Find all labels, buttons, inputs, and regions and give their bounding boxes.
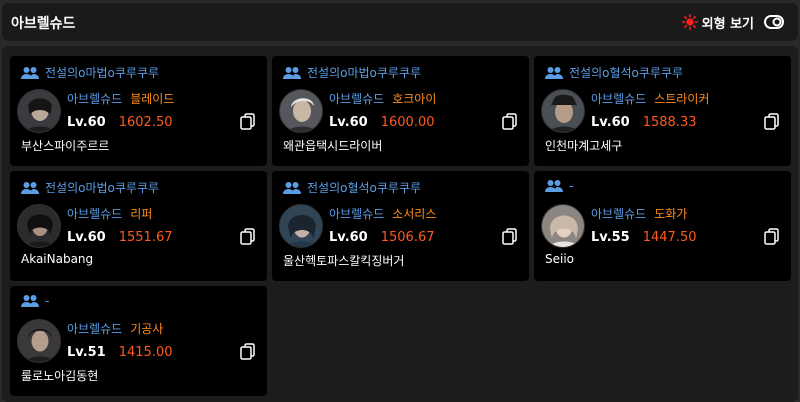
- copy-icon[interactable]: [240, 228, 256, 245]
- server-name: 아브렐슈드: [591, 207, 647, 221]
- appearance-toggle[interactable]: 외형 보기: [681, 12, 784, 32]
- toggle-icon[interactable]: [764, 15, 784, 29]
- class-name: 도화가: [654, 207, 688, 221]
- character-card[interactable]: 전설의o혈석o쿠루쿠루 아브렐슈드 소서리스 Lv.60 1506.67 울산헥…: [272, 171, 529, 281]
- server-class-row: 아브렐슈드 도화가: [591, 205, 687, 222]
- avatar: [17, 319, 61, 363]
- appearance-label: 외형 보기: [701, 16, 754, 32]
- item-level: 1600.00: [380, 115, 435, 130]
- character-name: 왜관읍택시드라이버: [283, 139, 383, 153]
- avatar: [279, 89, 323, 133]
- class-name: 스트라이커: [654, 92, 710, 106]
- guild-row: 전설의o마법o쿠루쿠루: [21, 64, 159, 81]
- guild-name: 전설의o마법o쿠루쿠루: [45, 181, 160, 195]
- character-card[interactable]: - 아브렐슈드 도화가 Lv.55 1447.50 Seiio: [534, 171, 791, 281]
- item-level: 1588.33: [642, 115, 697, 130]
- character-grid: 전설의o마법o쿠루쿠루 아브렐슈드 블레이드 Lv.60 1602.50 부산스…: [10, 56, 791, 396]
- server-class-row: 아브렐슈드 호크아이: [329, 90, 436, 107]
- character-level: Lv.51: [67, 345, 106, 360]
- avatar: [541, 204, 585, 248]
- stats-row: Lv.60 1600.00: [329, 115, 435, 130]
- avatar: [17, 204, 61, 248]
- server-name: 아브렐슈드: [329, 207, 385, 221]
- character-level: Lv.55: [591, 230, 630, 245]
- copy-icon[interactable]: [764, 113, 780, 130]
- server-name: 아브렐슈드: [67, 92, 123, 106]
- copy-icon[interactable]: [764, 228, 780, 245]
- server-name: 아브렐슈드: [67, 322, 123, 336]
- item-level: 1602.50: [118, 115, 173, 130]
- guild-row: 전설의o혈석o쿠루쿠루: [545, 64, 683, 81]
- character-level: Lv.60: [67, 115, 106, 130]
- guild-name: 전설의o혈석o쿠루쿠루: [307, 181, 422, 195]
- guild-name: -: [45, 294, 50, 308]
- class-name: 리퍼: [130, 207, 153, 221]
- guild-name: 전설의o마법o쿠루쿠루: [307, 66, 422, 80]
- avatar: [541, 89, 585, 133]
- guild-row: 전설의o혈석o쿠루쿠루: [283, 179, 421, 196]
- server-class-row: 아브렐슈드 기공사: [67, 320, 163, 337]
- guild-name: 전설의o혈석o쿠루쿠루: [569, 66, 684, 80]
- guild-name: -: [569, 179, 574, 193]
- users-icon: [21, 66, 39, 79]
- users-icon: [283, 66, 301, 79]
- guild-name: 전설의o마법o쿠루쿠루: [45, 66, 160, 80]
- users-icon: [283, 181, 301, 194]
- character-level: Lv.60: [67, 230, 106, 245]
- copy-icon[interactable]: [502, 228, 518, 245]
- stats-row: Lv.60 1588.33: [591, 115, 697, 130]
- character-level: Lv.60: [329, 230, 368, 245]
- avatar: [17, 89, 61, 133]
- class-name: 소서리스: [392, 207, 437, 221]
- class-name: 기공사: [130, 322, 164, 336]
- item-level: 1506.67: [380, 230, 435, 245]
- stats-row: Lv.55 1447.50: [591, 230, 697, 245]
- character-card[interactable]: - 아브렐슈드 기공사 Lv.51 1415.00 룰로노아김동현: [10, 286, 267, 396]
- guild-row: -: [545, 179, 573, 193]
- stats-row: Lv.51 1415.00: [67, 345, 173, 360]
- copy-icon[interactable]: [240, 113, 256, 130]
- server-title: 아브렐슈드: [11, 16, 76, 32]
- server-name: 아브렐슈드: [591, 92, 647, 106]
- character-card[interactable]: 전설의o마법o쿠루쿠루 아브렐슈드 호크아이 Lv.60 1600.00 왜관읍…: [272, 56, 529, 166]
- guild-row: -: [21, 294, 49, 308]
- server-name: 아브렐슈드: [67, 207, 123, 221]
- users-icon: [545, 180, 563, 192]
- item-level: 1551.67: [118, 230, 173, 245]
- server-class-row: 아브렐슈드 블레이드: [67, 90, 174, 107]
- character-card[interactable]: 전설의o마법o쿠루쿠루 아브렐슈드 리퍼 Lv.60 1551.67 AkaiN…: [10, 171, 267, 281]
- guild-row: 전설의o마법o쿠루쿠루: [21, 179, 159, 196]
- character-name: 인천마계고세구: [545, 139, 623, 153]
- character-card[interactable]: 전설의o마법o쿠루쿠루 아브렐슈드 블레이드 Lv.60 1602.50 부산스…: [10, 56, 267, 166]
- character-name: AkaiNabang: [21, 252, 94, 266]
- server-class-row: 아브렐슈드 소서리스: [329, 205, 436, 222]
- users-icon: [21, 181, 39, 194]
- guild-row: 전설의o마법o쿠루쿠루: [283, 64, 421, 81]
- users-icon: [545, 66, 563, 79]
- item-level: 1447.50: [642, 230, 697, 245]
- item-level: 1415.00: [118, 345, 173, 360]
- copy-icon[interactable]: [502, 113, 518, 130]
- class-name: 블레이드: [130, 92, 175, 106]
- server-class-row: 아브렐슈드 리퍼: [67, 205, 152, 222]
- character-card[interactable]: 전설의o혈석o쿠루쿠루 아브렐슈드 스트라이커 Lv.60 1588.33 인천…: [534, 56, 791, 166]
- header-bar: 아브렐슈드 외형 보기: [2, 3, 798, 41]
- character-level: Lv.60: [591, 115, 630, 130]
- sun-icon: [681, 14, 698, 30]
- stats-row: Lv.60 1602.50: [67, 115, 173, 130]
- character-name: Seiio: [545, 252, 575, 266]
- character-name: 룰로노아김동현: [21, 369, 99, 383]
- server-name: 아브렐슈드: [329, 92, 385, 106]
- character-name: 부산스파이주르르: [21, 139, 110, 153]
- server-class-row: 아브렐슈드 스트라이커: [591, 90, 709, 107]
- character-name: 울산헥토파스칼킥징버거: [283, 254, 405, 268]
- copy-icon[interactable]: [240, 343, 256, 360]
- avatar: [279, 204, 323, 248]
- character-panel: 전설의o마법o쿠루쿠루 아브렐슈드 블레이드 Lv.60 1602.50 부산스…: [2, 46, 798, 402]
- stats-row: Lv.60 1506.67: [329, 230, 435, 245]
- users-icon: [21, 295, 39, 307]
- stats-row: Lv.60 1551.67: [67, 230, 173, 245]
- class-name: 호크아이: [392, 92, 437, 106]
- character-level: Lv.60: [329, 115, 368, 130]
